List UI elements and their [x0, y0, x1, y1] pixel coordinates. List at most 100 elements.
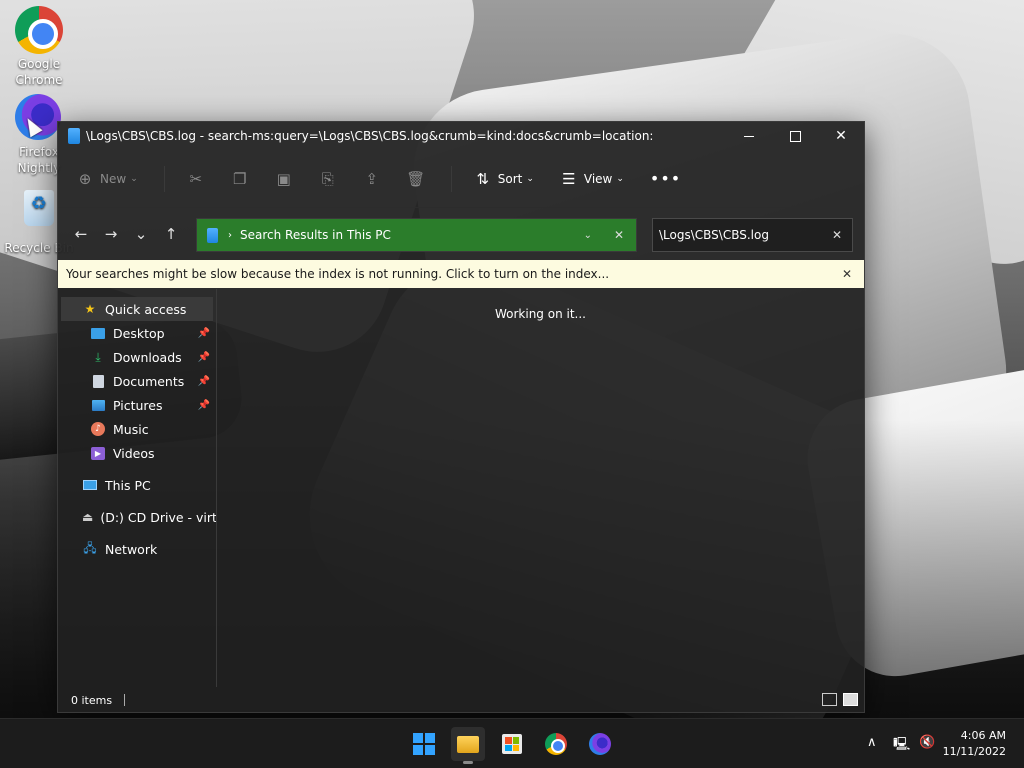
desktop-folder-icon — [90, 326, 106, 340]
dismiss-warning-icon[interactable]: ✕ — [842, 267, 852, 281]
pin-icon: 📌 — [197, 327, 210, 339]
cut-button[interactable]: ✂ — [187, 170, 205, 188]
nav-item-pictures[interactable]: Pictures 📌 — [58, 393, 216, 417]
clock-date: 11/11/2022 — [942, 745, 1006, 758]
file-explorer-window[interactable]: \Logs\CBS\CBS.log - search-ms:query=\Log… — [57, 121, 865, 713]
share-icon: ⇪ — [365, 169, 379, 188]
minimize-button[interactable] — [726, 122, 772, 150]
pin-icon: 📌 — [197, 375, 210, 387]
nav-item-videos[interactable]: ▶ Videos — [58, 441, 216, 465]
sort-button-label: Sort — [497, 171, 523, 186]
volume-muted-icon[interactable]: 🔇 — [919, 735, 935, 750]
nav-item-downloads[interactable]: ⤓ Downloads 📌 — [58, 345, 216, 369]
close-icon: ✕ — [835, 128, 847, 144]
clear-address-icon[interactable]: ✕ — [614, 228, 624, 242]
show-hidden-icons-icon[interactable]: ∧ — [867, 735, 877, 750]
command-bar: ⊕ New ⌄ ✂ ❐ ▣ ⎘ ⇪ 🗑 ⇅ Sort ⌄ ☰ View ⌄ ••… — [58, 150, 864, 208]
taskbar: ∧ 🖳 🔇 4:06 AM 11/11/2022 — [0, 718, 1024, 768]
sort-arrows-icon: ⇅ — [476, 169, 490, 188]
forward-button[interactable]: → — [96, 225, 126, 243]
pin-icon: 📌 — [197, 399, 210, 411]
clock-time: 4:06 AM — [960, 729, 1006, 742]
close-button[interactable]: ✕ — [818, 122, 864, 150]
taskbar-file-explorer[interactable] — [451, 727, 485, 764]
chevron-down-icon: ⌄ — [526, 173, 534, 184]
chrome-icon — [15, 6, 63, 54]
index-warning-bar[interactable]: Your searches might be slow because the … — [58, 260, 864, 288]
recent-locations-button[interactable]: ⌄ — [126, 225, 156, 243]
nav-item-label: This PC — [105, 477, 151, 493]
delete-button[interactable]: 🗑 — [406, 170, 425, 188]
details-view-icon[interactable] — [822, 693, 837, 706]
breadcrumb[interactable]: Search Results in This PC — [240, 228, 391, 242]
chrome-icon — [545, 733, 567, 755]
status-bar: 0 items — [58, 688, 864, 712]
chevron-right-icon[interactable]: › — [228, 230, 232, 241]
up-button[interactable]: ↑ — [156, 225, 186, 243]
list-view-icon: ☰ — [562, 169, 576, 188]
sort-button[interactable]: ⇅ Sort ⌄ — [474, 169, 534, 188]
system-clock[interactable]: 4:06 AM 11/11/2022 — [943, 728, 1006, 760]
search-results-icon — [68, 128, 80, 144]
nav-item-desktop[interactable]: Desktop 📌 — [58, 321, 216, 345]
video-icon: ▶ — [90, 446, 106, 460]
taskbar-chrome[interactable] — [539, 727, 573, 761]
star-icon: ★ — [84, 302, 96, 316]
search-input[interactable]: \Logs\CBS\CBS.log ✕ — [652, 218, 853, 252]
navigation-pane[interactable]: ★ Quick access Desktop 📌 ⤓ Downloads 📌 D… — [58, 289, 217, 687]
clear-search-icon[interactable]: ✕ — [832, 228, 842, 242]
network-icon: 🖧 — [83, 540, 97, 555]
nav-item-label: Videos — [113, 445, 155, 461]
title-bar[interactable]: \Logs\CBS\CBS.log - search-ms:query=\Log… — [58, 122, 864, 150]
taskbar-firefox-nightly[interactable] — [583, 727, 617, 761]
index-warning-message[interactable]: Your searches might be slow because the … — [66, 267, 609, 281]
nav-item-music[interactable]: ♪ Music — [58, 417, 216, 441]
document-icon — [90, 374, 106, 388]
search-query[interactable]: \Logs\CBS\CBS.log — [659, 228, 769, 242]
arrow-up-icon: ↑ — [164, 225, 178, 243]
toolbar-divider — [163, 165, 165, 192]
pin-icon: 📌 — [197, 351, 210, 363]
nav-item-label: Pictures — [113, 397, 163, 413]
back-button[interactable]: ← — [66, 225, 96, 243]
view-button[interactable]: ☰ View ⌄ — [560, 170, 624, 188]
recycle-bin-icon — [15, 190, 63, 238]
more-options-button[interactable]: ••• — [650, 169, 681, 188]
maximize-button[interactable] — [772, 122, 818, 150]
new-button[interactable]: ⊕ New ⌄ — [76, 170, 138, 188]
nav-item-label: (D:) CD Drive - virtio-win — [100, 509, 217, 525]
paste-button[interactable]: ▣ — [275, 170, 293, 188]
taskbar-microsoft-store[interactable] — [495, 727, 529, 761]
nav-item-network[interactable]: 🖧 Network — [58, 537, 216, 561]
nav-item-quick-access[interactable]: ★ Quick access — [61, 297, 213, 321]
nav-item-label: Documents — [113, 373, 185, 389]
arrow-left-icon: ← — [74, 225, 88, 243]
download-arrow-icon: ⤓ — [95, 349, 101, 364]
desktop-icon-chrome[interactable]: Google Chrome — [1, 6, 77, 88]
nav-item-this-pc[interactable]: This PC — [58, 473, 216, 497]
nav-item-documents[interactable]: Documents 📌 — [58, 369, 216, 393]
store-icon — [502, 734, 522, 754]
large-icons-view-icon[interactable] — [843, 693, 858, 706]
nav-item-label: Quick access — [105, 301, 187, 317]
folder-icon — [457, 735, 479, 753]
network-status-icon[interactable]: 🖳 — [893, 735, 910, 757]
scissors-icon: ✂ — [189, 169, 203, 188]
explorer-body: ★ Quick access Desktop 📌 ⤓ Downloads 📌 D… — [58, 289, 864, 687]
view-switcher — [822, 693, 858, 706]
nav-item-cd-drive[interactable]: ⏏ (D:) CD Drive - virtio-win — [58, 505, 216, 529]
address-dropdown-icon[interactable]: ⌄ — [584, 230, 592, 241]
nav-item-label: Downloads — [113, 349, 182, 365]
file-list-area[interactable]: Working on it... — [217, 289, 864, 687]
share-button[interactable]: ⇪ — [363, 170, 381, 188]
address-bar[interactable]: › Search Results in This PC ⌄ ✕ — [196, 218, 637, 252]
start-button[interactable] — [407, 727, 441, 761]
firefox-nightly-icon — [589, 733, 611, 755]
copy-icon: ❐ — [233, 169, 247, 188]
window-controls: ✕ — [726, 122, 864, 150]
arrow-right-icon: → — [104, 225, 118, 243]
nav-item-label: Desktop — [113, 325, 165, 341]
view-button-label: View — [583, 171, 613, 186]
rename-button[interactable]: ⎘ — [319, 170, 337, 188]
copy-button[interactable]: ❐ — [231, 170, 249, 188]
